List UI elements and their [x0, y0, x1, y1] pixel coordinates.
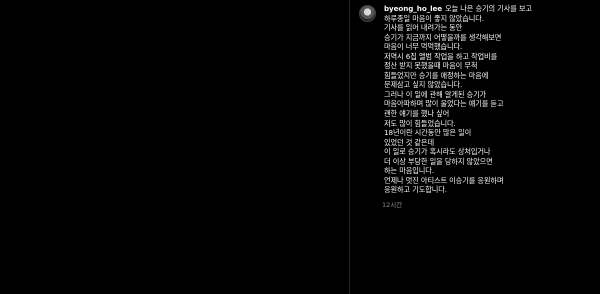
caption-line: 승기가 지금까지 어떻을까를 생각해보면: [384, 32, 502, 42]
post-side-panel: byeong_ho_lee 오늘 나은 승기의 기사를 보고 하루종일 마음이 좋…: [349, 0, 600, 294]
caption-line: 마음아파하며 많이 울었다는 얘기를 듣고: [384, 99, 504, 109]
caption-line: 괜한 얘기를 했나 싶어: [384, 109, 450, 119]
caption-line: 마음이 너무 먹먹했습니다.: [384, 42, 463, 52]
caption-line: 오늘 나은 승기의 기사를 보고: [445, 4, 532, 13]
avatar[interactable]: [359, 5, 376, 22]
caption-line: 있었던 것 같은데: [384, 137, 434, 147]
caption-line: 힘들었지만 승기를 애정하는 마음에: [384, 70, 489, 80]
username[interactable]: byeong_ho_lee: [384, 4, 442, 13]
post-timestamp[interactable]: 12시간: [382, 199, 402, 209]
caption-line: 더 이상 부당한 일을 당하지 않았으면: [384, 156, 493, 166]
caption-line: 저도 많이 힘들었습니다.: [384, 118, 456, 128]
caption-body: byeong_ho_lee 오늘 나은 승기의 기사를 보고 하루종일 마음이 좋…: [384, 4, 595, 195]
caption-line: 그러나 이 일에 관해 알게된 승기가: [384, 89, 487, 99]
caption-line: 하는 마음입니다.: [384, 166, 434, 176]
caption-line: 언제나 멋진 아티스트 이승기를 응원하며: [384, 175, 504, 185]
caption-line: 정산 받지 못했을때 마음이 무척: [384, 61, 478, 71]
caption-line: 하루종일 마음이 좋지 않았습니다.: [384, 13, 484, 23]
caption-line: 문제삼고 싶지 않았습니다.: [384, 80, 463, 90]
caption-line: 저역시 6집 앨범 작업을 하고 작업비를: [384, 51, 498, 61]
caption-line: 응원하고 기도합니다.: [384, 185, 447, 195]
post-media-area: [0, 0, 349, 294]
caption-line: 기사를 읽어 내려가는 동안: [384, 23, 463, 33]
caption-row: byeong_ho_lee 오늘 나은 승기의 기사를 보고 하루종일 마음이 좋…: [359, 4, 595, 195]
caption-line: 이 일로 승기가 혹시라도 상처입거나: [384, 147, 491, 157]
caption-line: 18년이란 시간동안 많은 일이: [384, 128, 472, 138]
